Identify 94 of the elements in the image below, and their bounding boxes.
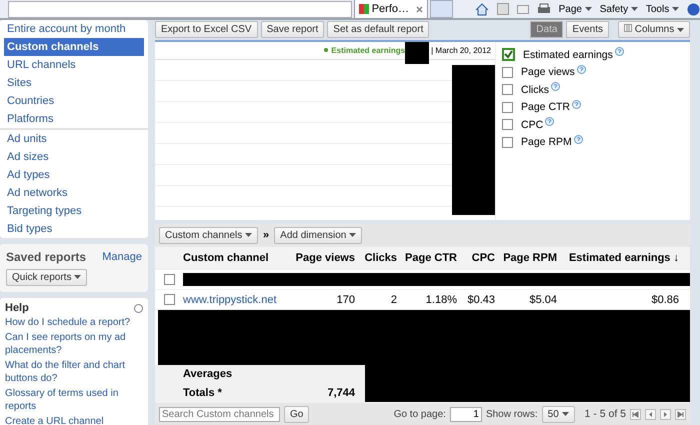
totals-label: Totals * <box>183 387 223 400</box>
table-cell-text: 7,744 <box>326 387 355 400</box>
toolbar-button[interactable]: Save report <box>260 21 324 38</box>
caret-icon <box>562 412 569 416</box>
redaction-block <box>405 42 430 64</box>
metric-label: Page CTR <box>521 101 570 113</box>
sidebar-item[interactable]: Entire account by month <box>4 20 144 38</box>
column-header[interactable]: Clicks <box>355 252 397 264</box>
metric-checkbox[interactable] <box>502 102 513 112</box>
sidebar-item[interactable]: Ad types <box>4 166 144 184</box>
metric-checkbox[interactable] <box>502 84 513 95</box>
separator-text: » <box>263 229 270 242</box>
rows-dropdown[interactable]: 50 <box>542 406 575 423</box>
help-link[interactable]: Create a URL channel <box>5 415 143 425</box>
favicon-icon <box>358 4 369 14</box>
column-header[interactable]: Page CTR <box>397 252 457 264</box>
legend-dot-icon <box>324 48 328 52</box>
sidebar-item[interactable]: Targeting types <box>4 202 144 220</box>
sidebar-item[interactable]: Bid types <box>4 220 144 238</box>
sidebar-item[interactable]: URL channels <box>4 56 144 74</box>
manage-link[interactable]: Manage <box>102 251 142 263</box>
metric-label: Page RPM <box>521 136 572 148</box>
toolbar-button[interactable]: Export to Excel CSV <box>155 21 258 38</box>
sidebar-item[interactable]: Countries <box>4 92 144 110</box>
add-dimension-dropdown[interactable]: Add dimension <box>274 226 362 244</box>
sidebar-item[interactable]: Custom channels <box>4 38 144 56</box>
browser-tab[interactable]: Perfo… <box>354 0 428 19</box>
sidebar-item[interactable]: Ad sizes <box>4 148 144 166</box>
browser-menu[interactable]: Safety <box>600 4 638 14</box>
help-link[interactable]: What do the filter and chart buttons do? <box>5 359 143 385</box>
help-link[interactable]: How do I schedule a report? <box>5 316 143 329</box>
table-cell-text: 170 <box>336 294 355 306</box>
column-header[interactable]: Page views <box>293 252 355 264</box>
sidebar-item[interactable]: Ad networks <box>4 184 144 202</box>
dimension-dropdown[interactable]: Custom channels <box>159 226 258 244</box>
page-field[interactable]: 1 <box>450 406 482 422</box>
help-link[interactable]: Can I see reports on my ad placements? <box>5 331 143 357</box>
metric-label: CPC <box>521 118 544 130</box>
table-cell-text: $0.43 <box>466 294 495 306</box>
rows-label: Show rows: <box>486 408 538 420</box>
column-header[interactable]: Custom channel <box>183 252 293 264</box>
search-field[interactable]: Search Custom channels <box>159 406 280 422</box>
caret-icon <box>245 233 252 238</box>
metric-checkbox[interactable] <box>502 119 513 130</box>
help-link[interactable]: Glossary of terms used in reports <box>5 387 143 413</box>
averages-label: Averages <box>183 368 234 380</box>
metric-label: Page views <box>521 66 575 78</box>
metric-checkbox[interactable] <box>502 48 515 61</box>
metric-label: Clicks <box>521 84 549 96</box>
table-cell-text: $0.86 <box>650 294 679 306</box>
channel-link[interactable]: www.trippystick.net <box>183 294 293 306</box>
collapse-icon[interactable] <box>134 304 143 312</box>
home-icon[interactable] <box>474 2 489 16</box>
row-checkbox[interactable] <box>164 274 174 286</box>
table-cell-text: 1.18% <box>424 294 457 306</box>
caret-icon <box>74 275 82 280</box>
column-header[interactable]: Page RPM <box>495 252 557 264</box>
caret-icon <box>672 6 679 11</box>
metric-checkbox[interactable] <box>502 66 513 78</box>
metric-checkbox[interactable] <box>502 136 513 148</box>
table-cell-text: $5.04 <box>528 294 557 306</box>
column-header[interactable]: CPC <box>457 252 495 264</box>
sidebar-item[interactable]: Sites <box>4 74 144 92</box>
row-checkbox[interactable] <box>164 294 174 306</box>
panel-title: Saved reports <box>6 250 86 264</box>
next-page-button[interactable] <box>660 408 671 420</box>
metric-label: Estimated earnings <box>523 48 613 60</box>
page-range: 1 - 5 of 5 <box>584 408 626 420</box>
go-button[interactable]: Go <box>284 406 310 423</box>
chart-date: | March 20, 2012 <box>431 46 491 55</box>
caret-icon <box>349 233 356 238</box>
sidebar-item[interactable]: Platforms <box>4 110 144 128</box>
columns-dropdown[interactable]: Columns <box>618 21 690 38</box>
chart-legend: Estimated earnings <box>331 46 406 55</box>
view-toggle[interactable]: Events <box>566 21 609 38</box>
printer-icon[interactable] <box>536 3 551 15</box>
page-label: Go to page: <box>394 408 446 420</box>
panel-title: Help <box>5 302 29 314</box>
address-bar[interactable] <box>8 0 352 18</box>
quick-reports-dropdown[interactable]: Quick reports <box>6 269 88 286</box>
browser-menu[interactable]: Tools <box>646 4 679 14</box>
column-header[interactable]: Estimated earnings ↓ <box>557 252 679 264</box>
previous-page-button[interactable] <box>645 408 656 420</box>
toolbar-button[interactable]: Set as default report <box>327 21 430 38</box>
caret-icon <box>584 6 592 11</box>
caret-icon <box>630 6 638 11</box>
first-page-button[interactable] <box>630 408 641 420</box>
browser-menu[interactable]: Page <box>558 4 592 14</box>
caret-icon <box>677 28 684 32</box>
sidebar-item[interactable]: Ad units <box>4 130 144 148</box>
close-icon[interactable] <box>416 6 423 12</box>
table-cell-text: 2 <box>390 294 397 306</box>
last-page-button[interactable] <box>675 408 686 420</box>
columns-icon <box>624 24 632 32</box>
